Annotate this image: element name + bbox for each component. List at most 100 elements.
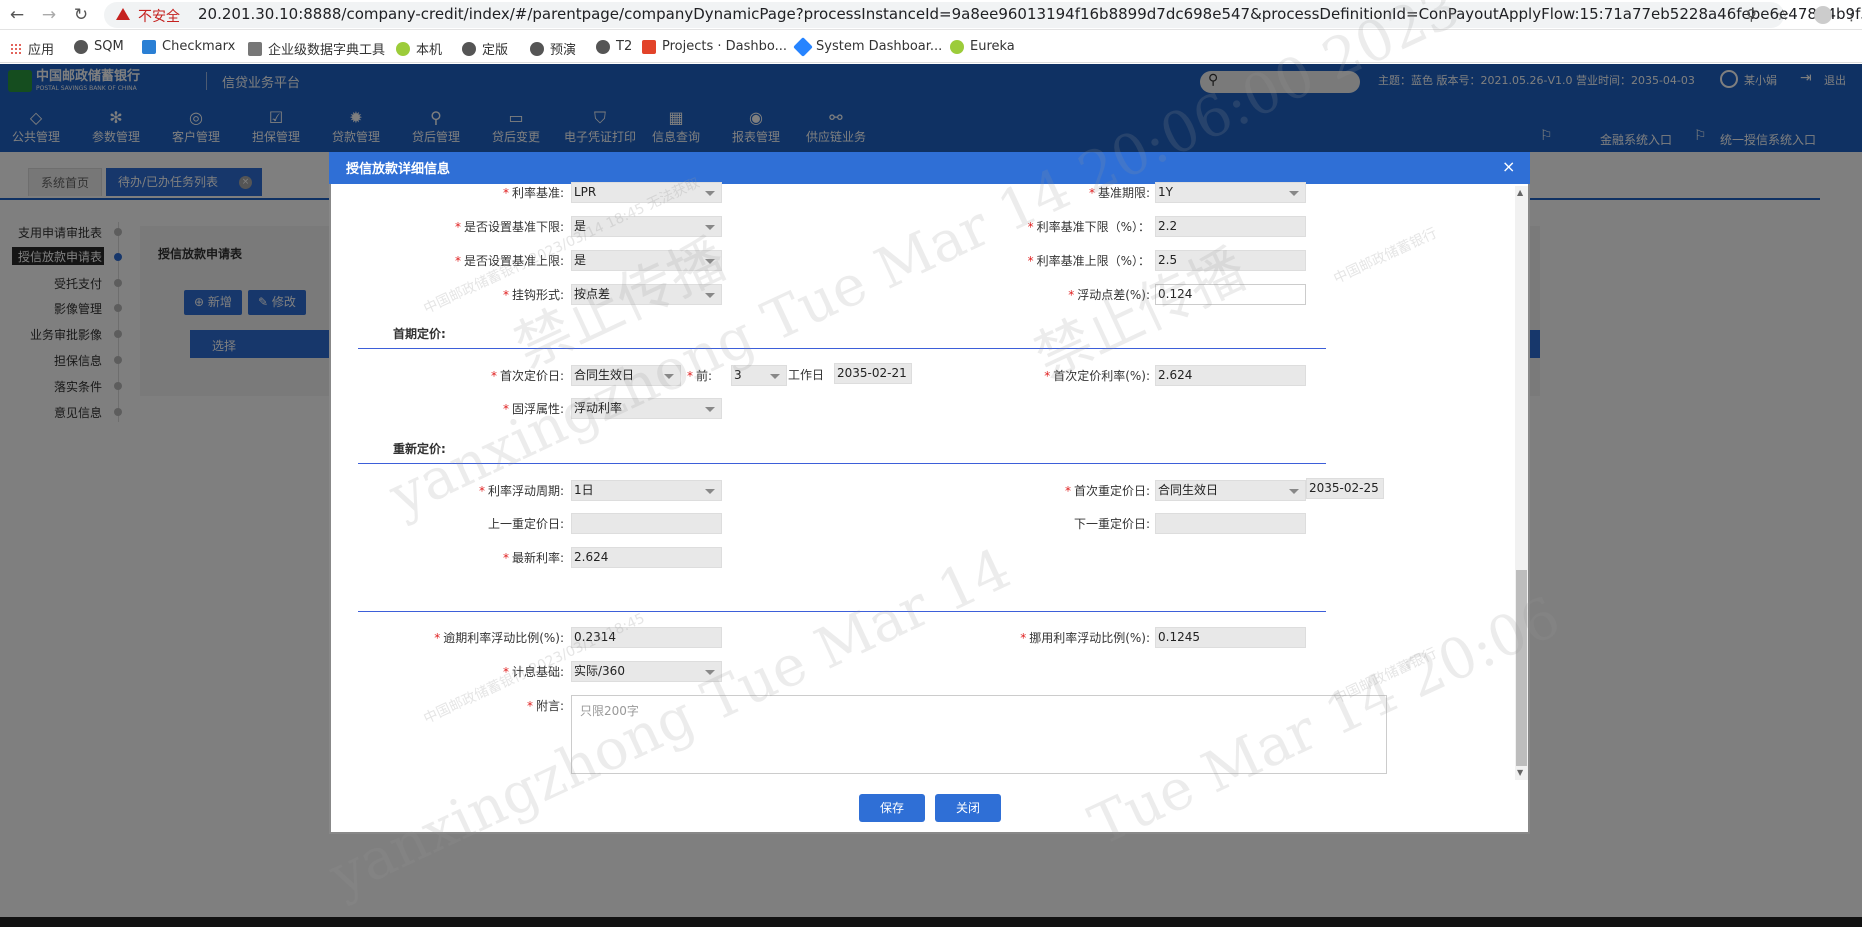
float-points-label: * 浮动点差(%):: [1068, 288, 1150, 302]
apps-icon: [10, 42, 22, 55]
set-lower-label: * 是否设置基准下限:: [454, 220, 564, 234]
lower-limit-field[interactable]: 2.2: [1155, 216, 1306, 237]
first-rate-field[interactable]: 2.624: [1155, 365, 1306, 386]
save-button[interactable]: 保存: [859, 794, 925, 822]
workday-label: 工作日: [788, 368, 825, 382]
bookmark-local[interactable]: 本机: [396, 39, 442, 58]
bookmark-release[interactable]: 定版: [462, 39, 508, 58]
bookmark-projects[interactable]: Projects · Dashbo...: [642, 39, 787, 54]
select-value: LPR: [574, 185, 597, 199]
bookmark-eureka[interactable]: Eureka: [950, 39, 1015, 54]
peg-form-select[interactable]: 按点差: [571, 284, 722, 305]
first-reprice-select[interactable]: 合同生效日: [1155, 480, 1306, 501]
lower-limit-label: * 利率基准下限（%）：: [1027, 220, 1150, 234]
misuse-ratio-label: * 挪用利率浮动比例(%):: [1020, 631, 1150, 645]
close-icon[interactable]: ×: [1502, 157, 1515, 176]
scroll-down-icon[interactable]: ▼: [1517, 768, 1523, 777]
bookmark-label: Projects · Dashbo...: [662, 39, 788, 54]
basis-term-select[interactable]: 1Y: [1155, 182, 1306, 203]
menu-icon[interactable]: ⋮: [1844, 6, 1859, 24]
label-text: 是否设置基准上限:: [463, 254, 564, 268]
back-icon[interactable]: ←: [6, 4, 28, 26]
scrollbar-thumb[interactable]: [1516, 570, 1527, 766]
label-text: 是否设置基准下限:: [463, 220, 564, 234]
misuse-ratio-field[interactable]: 0.1245: [1155, 627, 1306, 648]
section-divider: [358, 611, 1326, 612]
upper-limit-field[interactable]: 2.5: [1155, 250, 1306, 271]
first-price-date-field[interactable]: 2035-02-21: [834, 363, 912, 384]
dialog-title: 授信放款详细信息: [346, 162, 451, 177]
latest-rate-field[interactable]: 2.624: [571, 547, 722, 568]
select-value: 实际/360: [574, 664, 625, 678]
scroll-up-icon[interactable]: ▲: [1517, 188, 1523, 197]
remark-textarea[interactable]: 只限200字: [571, 695, 1387, 774]
image-icon: [248, 41, 262, 56]
last-reprice-field[interactable]: [571, 513, 722, 534]
last-reprice-label: 上一重定价日:: [487, 517, 564, 531]
label-text: 利率浮动周期:: [487, 484, 564, 498]
chevron-down-icon: [770, 374, 780, 379]
bookmark-system-dashboard[interactable]: System Dashboar...: [793, 36, 942, 57]
set-upper-select[interactable]: 是: [571, 250, 722, 271]
next-reprice-label: 下一重定价日:: [1073, 517, 1150, 531]
jira-icon: [793, 36, 813, 57]
zoom-icon[interactable]: ⚲: [1746, 6, 1757, 24]
bookmark-t2[interactable]: T2: [596, 39, 632, 54]
gitlab-icon: [642, 39, 656, 54]
label-text: 首次定价日:: [499, 369, 564, 383]
chevron-down-icon: [1289, 191, 1299, 196]
next-reprice-field[interactable]: [1155, 513, 1306, 534]
select-value: 1日: [574, 483, 594, 497]
set-lower-select[interactable]: 是: [571, 216, 722, 237]
warning-icon: [116, 8, 130, 20]
select-value: 1Y: [1158, 185, 1173, 199]
select-value: 是: [574, 219, 587, 233]
select-value: 合同生效日: [574, 368, 635, 382]
chevron-down-icon: [1289, 489, 1299, 494]
close-button[interactable]: 关闭: [935, 794, 1001, 822]
interest-basis-label: * 计息基础:: [502, 665, 564, 679]
first-rate-label: * 首次定价利率(%):: [1044, 369, 1150, 383]
bookmark-dictionary[interactable]: 企业级数据字典工具: [248, 39, 385, 58]
label-text: 计息基础:: [511, 665, 564, 679]
before-days-select[interactable]: 3: [731, 365, 787, 386]
globe-icon: [462, 41, 476, 56]
bookmark-label: 企业级数据字典工具: [268, 43, 386, 58]
bookmark-apps[interactable]: 应用: [10, 39, 54, 58]
reload-icon[interactable]: ↻: [70, 4, 92, 26]
section-divider: [358, 348, 1326, 349]
select-value: 3: [734, 368, 742, 382]
bookmark-label: Checkmarx: [162, 39, 236, 54]
float-points-input[interactable]: 0.124: [1155, 284, 1306, 305]
bookmark-sqm[interactable]: SQM: [74, 39, 124, 54]
latest-rate-label: * 最新利率:: [502, 551, 564, 565]
forward-icon[interactable]: →: [38, 4, 60, 26]
bookmark-label: SQM: [94, 39, 124, 54]
url-text[interactable]: 20.201.30.10:8888/company-credit/index/#…: [198, 5, 1862, 23]
float-cycle-select[interactable]: 1日: [571, 480, 722, 501]
chevron-down-icon: [705, 489, 715, 494]
bookmark-label: T2: [616, 39, 633, 54]
first-reprice-date-field[interactable]: 2035-02-25: [1306, 478, 1384, 499]
first-price-day-label: * 首次定价日:: [490, 369, 564, 383]
fix-float-select[interactable]: 浮动利率: [571, 398, 722, 419]
chevron-down-icon: [705, 293, 715, 298]
first-reprice-label: * 首次重定价日:: [1064, 484, 1150, 498]
bookmark-checkmarx[interactable]: Checkmarx: [142, 39, 235, 54]
first-price-day-select[interactable]: 合同生效日: [571, 365, 681, 386]
profile-icon[interactable]: [1814, 6, 1832, 24]
chevron-down-icon: [705, 191, 715, 196]
label-text: 利率基准:: [511, 186, 564, 200]
label-text: 基准期限:: [1097, 186, 1150, 200]
overdue-ratio-field[interactable]: 0.2314: [571, 627, 722, 648]
interest-basis-select[interactable]: 实际/360: [571, 661, 722, 682]
star-icon[interactable]: ☆: [1776, 6, 1789, 24]
security-label[interactable]: 不安全: [138, 6, 180, 26]
rate-basis-select[interactable]: LPR: [571, 182, 722, 203]
taskbar: [0, 917, 1862, 927]
label-text: 逾期利率浮动比例(%):: [443, 631, 564, 645]
chevron-down-icon: [705, 259, 715, 264]
label-text: 首次定价利率(%):: [1053, 369, 1150, 383]
bookmark-label: 应用: [28, 43, 55, 58]
bookmark-rehearsal[interactable]: 预演: [530, 39, 576, 58]
